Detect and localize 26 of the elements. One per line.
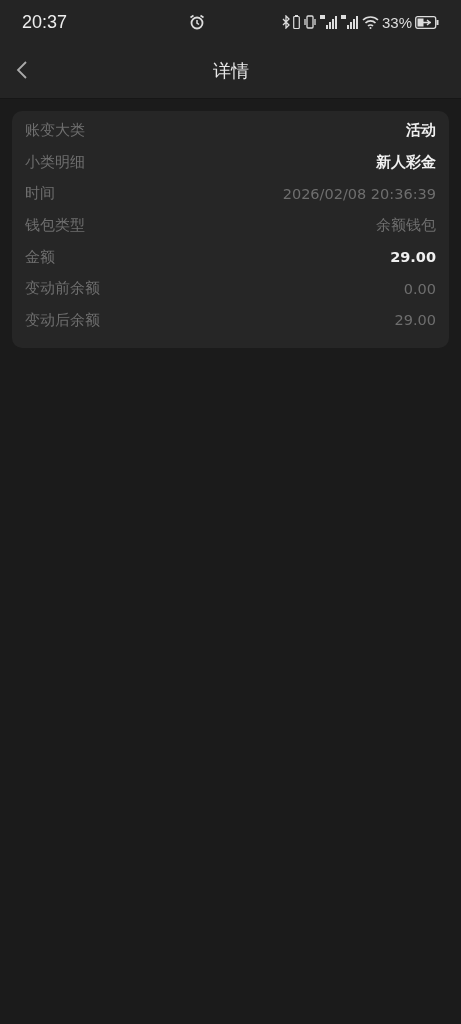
vibrate-icon [302, 15, 317, 29]
detail-value: 余额钱包 [376, 216, 436, 236]
bluetooth-icon [281, 15, 290, 29]
wifi-icon [361, 15, 379, 29]
status-time: 20:37 [22, 11, 69, 33]
detail-label: 小类明细 [25, 152, 85, 172]
detail-label: 变动前余额 [25, 279, 100, 299]
detail-label: 钱包类型 [25, 216, 85, 236]
detail-value: 29.00 [390, 249, 436, 266]
battery-percentage: 33% [381, 13, 412, 31]
detail-label: 账变大类 [25, 121, 85, 141]
back-icon [16, 60, 28, 80]
detail-label: 金额 [25, 247, 55, 267]
detail-value: 活动 [406, 121, 436, 141]
detail-label: 变动后余额 [25, 310, 100, 330]
battery-charging-icon [415, 15, 439, 29]
detail-value: 新人彩金 [376, 152, 436, 172]
alarm-clock-icon [189, 14, 205, 30]
signal-icon [319, 15, 338, 29]
signal-icon [340, 15, 359, 29]
page-title: 详情 [212, 59, 249, 83]
detail-label: 时间 [25, 184, 55, 204]
detail-value: 2026/02/08 20:36:39 [282, 186, 436, 202]
detail-value: 0.00 [403, 280, 436, 297]
detail-value: 29.00 [394, 312, 436, 329]
battery-small-icon [292, 15, 300, 29]
